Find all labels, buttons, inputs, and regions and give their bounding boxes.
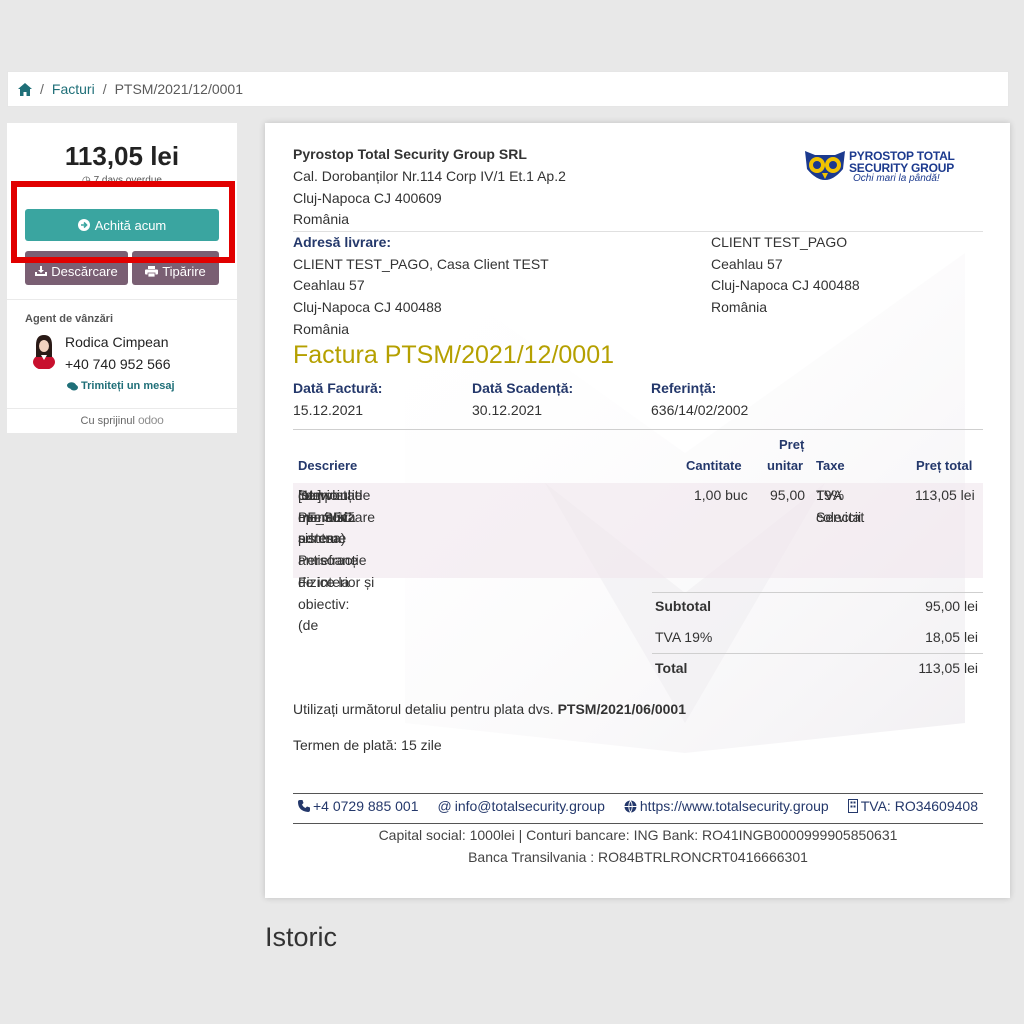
download-label: Descărcare — [51, 263, 118, 279]
row-total: 113,05 lei — [915, 487, 975, 503]
col-description: Descriere — [298, 458, 358, 473]
col-total: Preț total — [916, 458, 973, 473]
invoice-title: Factura PTSM/2021/12/0001 — [293, 341, 615, 369]
breadcrumb-separator: / — [102, 81, 107, 97]
logo-slogan: Ochi mari la pândă! — [853, 173, 940, 184]
arrow-circle-right-icon — [77, 219, 90, 231]
invoice-sidebar: 113,05 lei ◷ 7 days overdue Achită acum … — [7, 123, 237, 433]
divider — [7, 299, 237, 300]
table-row: [1L] PF_SEC Serviciul de monitorizare si… — [293, 483, 983, 633]
divider — [293, 793, 983, 794]
download-button[interactable]: Descărcare — [25, 251, 128, 285]
overdue-status: ◷ 7 days overdue — [82, 175, 162, 186]
col-unit-price: unitar — [767, 458, 804, 473]
invoice-date: Dată Factură: 15.12.2021 — [293, 380, 383, 418]
pay-now-button[interactable]: Achită acum — [25, 209, 219, 241]
delivery-address-label: Adresă livrare: — [293, 234, 392, 250]
bank-details-1: Capital social: 1000lei | Conturi bancar… — [378, 827, 898, 843]
breadcrumb-current: PTSM/2021/12/0001 — [114, 81, 243, 97]
print-button[interactable]: Tipărire — [132, 251, 219, 285]
contact-bar: +4 0729 885 001 @ info@totalsecurity.grou… — [293, 798, 983, 814]
breadcrumb-separator: / — [40, 81, 44, 97]
pay-now-label: Achită acum — [94, 217, 167, 233]
company-address: Cal. Dorobanților Nr.114 Corp IV/1 Et.1 … — [293, 168, 566, 228]
action-buttons: Descărcare Tipărire — [25, 251, 219, 285]
home-icon[interactable] — [18, 82, 32, 96]
total-row: Total 113,05 lei — [655, 660, 978, 676]
sales-agent-title: Agent de vânzări — [25, 313, 114, 325]
comments-icon — [67, 381, 78, 390]
breadcrumb-invoices-link[interactable]: Facturi — [52, 81, 95, 97]
globe-icon — [624, 799, 637, 813]
logo-text: PYROSTOP TOTAL SECURITY GROUP — [849, 149, 955, 175]
bank-details-2: Banca Transilvania : RO84BTRLRONCRT04166… — [468, 849, 808, 865]
due-date: Dată Scadență: 30.12.2021 — [472, 380, 574, 418]
col-unit-price-top: Preț — [779, 437, 805, 452]
breadcrumb: / Facturi / PTSM/2021/12/0001 — [7, 71, 1009, 107]
invoice-document: Pyrostop Total Security Group SRL Cal. D… — [265, 123, 1010, 898]
col-taxes: Taxe — [816, 458, 845, 473]
agent-avatar — [33, 335, 55, 369]
client-address: CLIENT TEST_PAGO Ceahlau 57 Cluj-Napoca … — [711, 234, 860, 316]
owl-logo-icon — [805, 151, 845, 180]
company-logo: PYROSTOP TOTAL SECURITY GROUP Ochi mari l… — [803, 147, 973, 193]
building-icon — [847, 799, 858, 813]
footer-website[interactable]: https://www.totalsecurity.group — [624, 798, 829, 814]
amount-due: 113,05 lei — [64, 141, 180, 171]
row-unit-price: 95,00 — [770, 487, 806, 503]
download-icon — [35, 266, 48, 276]
delivery-address: Adresă livrare: CLIENT TEST_PAGO, Casa C… — [293, 234, 549, 337]
agent-name: Rodica Cimpean — [65, 334, 169, 350]
tax-row: TVA 19% 18,05 lei — [655, 629, 978, 645]
send-message-link[interactable]: Trimiteți un mesaj — [67, 380, 175, 392]
row-quantity: 1,00 buc — [694, 487, 748, 503]
company-name: Pyrostop Total Security Group SRL — [293, 146, 527, 162]
odoo-logo[interactable]: odoo — [138, 413, 164, 427]
footer-phone: +4 0729 885 001 — [298, 798, 419, 814]
print-label: Tipărire — [162, 263, 206, 279]
divider — [293, 823, 983, 824]
agent-phone: +40 740 952 566 — [65, 356, 171, 372]
powered-by: Cu sprijinul odoo — [80, 413, 164, 427]
payment-terms: Termen de plată: 15 zile — [293, 737, 442, 753]
phone-icon — [298, 800, 310, 812]
col-quantity: Cantitate — [686, 458, 742, 473]
history-title: Istoric — [265, 922, 338, 952]
subtotal-row: Subtotal 95,00 lei — [655, 598, 978, 614]
footer-email[interactable]: @ info@totalsecurity.group — [438, 798, 605, 814]
send-message-label: Trimiteți un mesaj — [81, 380, 175, 392]
table-header: Descriere Cantitate Preț unitar Taxe Pre… — [293, 435, 983, 481]
payment-reference: Utilizați următorul detaliu pentru plata… — [293, 701, 686, 717]
footer-tva: TVA: RO34609408 — [847, 798, 978, 814]
print-icon — [145, 265, 159, 277]
divider — [293, 429, 983, 430]
divider — [7, 408, 237, 409]
reference: Referință: 636/14/02/2002 — [651, 380, 749, 418]
